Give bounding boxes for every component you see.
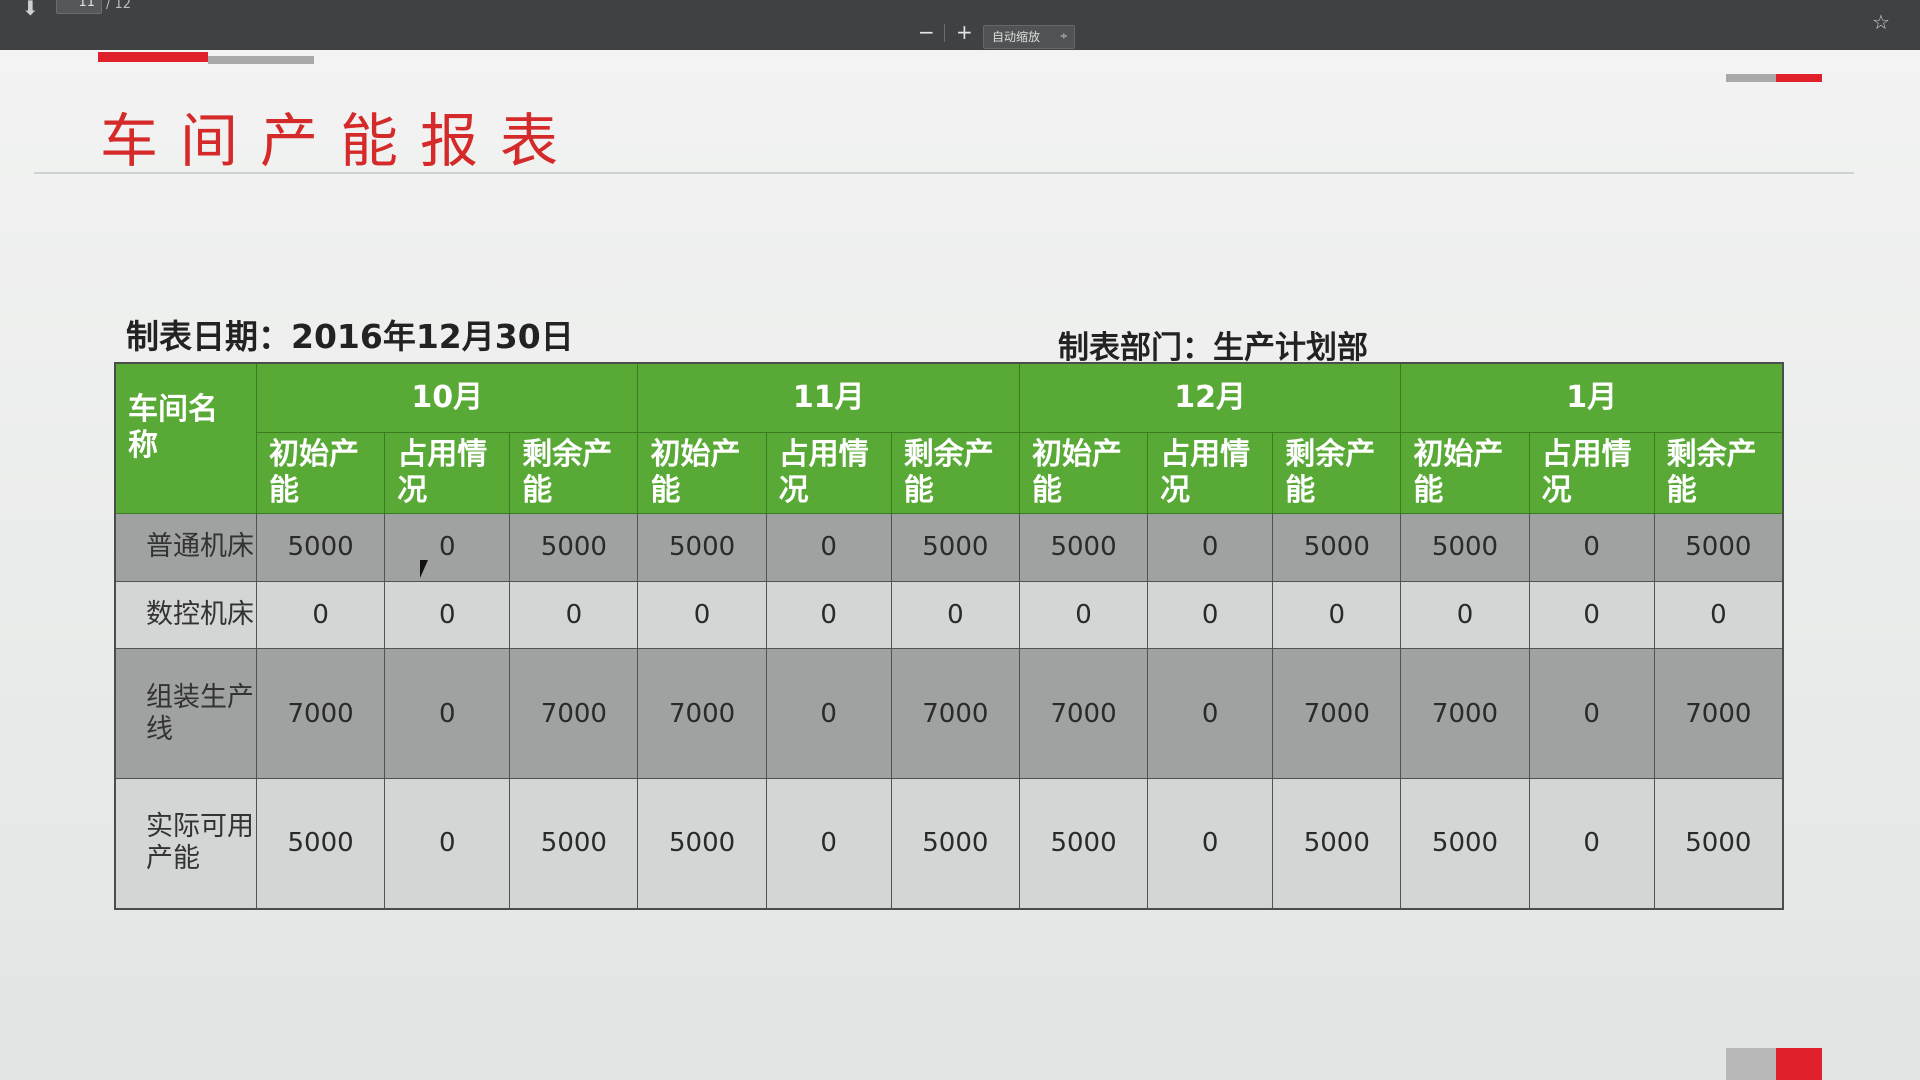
sub-header: 占用情况	[384, 432, 511, 514]
value-cell: 0	[1147, 580, 1274, 650]
row-name-cell: 组装生产线	[114, 648, 257, 779]
value-cell: 5000	[890, 777, 1020, 910]
value-cell: 0	[384, 648, 511, 779]
value-cell: 0	[1147, 513, 1274, 582]
report-date: 制表日期：2016年12月30日	[126, 317, 574, 356]
row-name-cell: 普通机床	[114, 513, 257, 582]
table-row: 数控机床 0 0 0 0 0 0 0 0 0 0 0 0	[114, 580, 1784, 650]
mouse-cursor-icon	[420, 560, 428, 578]
value-cell: 0	[637, 580, 767, 650]
value-cell: 5000	[509, 513, 639, 582]
zoom-in-button[interactable]: +	[956, 20, 973, 44]
value-cell: 0	[384, 777, 511, 910]
value-cell: 5000	[255, 513, 386, 582]
value-cell: 0	[384, 580, 511, 650]
page-number-input[interactable]: 11	[56, 0, 102, 14]
value-cell: 5000	[1272, 513, 1402, 582]
value-cell: 0	[1147, 648, 1274, 779]
value-cell: 5000	[890, 513, 1020, 582]
value-cell: 0	[1528, 648, 1655, 779]
sub-header: 剩余产能	[1272, 432, 1402, 514]
value-cell: 0	[1018, 580, 1149, 650]
sub-header: 剩余产能	[509, 432, 639, 514]
sub-header: 占用情况	[1147, 432, 1274, 514]
select-arrows-icon: ÷	[1059, 31, 1068, 42]
value-cell: 5000	[255, 777, 386, 910]
corner-accent-grey	[1726, 74, 1776, 82]
value-cell: 5000	[1653, 513, 1784, 582]
value-cell: 0	[765, 580, 892, 650]
value-cell: 5000	[637, 777, 767, 910]
sub-header: 初始产能	[637, 432, 767, 514]
value-cell: 7000	[1400, 648, 1530, 779]
value-cell: 7000	[1653, 648, 1784, 779]
value-cell: 0	[509, 580, 639, 650]
month-header: 11月	[637, 362, 1020, 433]
table-row: 普通机床 5000 0 5000 5000 0 5000 5000 0 5000 5000 0 5000	[114, 513, 1784, 582]
month-header: 12月	[1018, 362, 1402, 433]
value-cell: 0	[384, 513, 511, 582]
sub-header: 占用情况	[1528, 432, 1655, 514]
zoom-select-label: 自动缩放	[992, 30, 1041, 44]
title-divider	[34, 172, 1854, 174]
capacity-report-table: 车间名称 10月 11月 12月 1月 初始产能 占用情况 剩余产能 初始产能 …	[114, 362, 1784, 910]
sub-header: 剩余产能	[1653, 432, 1784, 514]
sub-header: 剩余产能	[890, 432, 1020, 514]
value-cell: 0	[890, 580, 1020, 650]
zoom-select[interactable]: 自动缩放 ÷	[983, 25, 1075, 49]
report-table-body: 普通机床 5000 0 5000 5000 0 5000 5000 0 5000 5000 0 5000…	[114, 513, 1784, 910]
slide-title: 车间产能报表	[100, 107, 581, 175]
pdf-toolbar: ⬇ 11 / 12 − + 自动缩放 ÷ ☆	[0, 0, 1920, 50]
value-cell: 0	[765, 777, 892, 910]
value-cell: 0	[255, 580, 386, 650]
corner-accent-red	[1776, 74, 1822, 82]
value-cell: 5000	[1018, 777, 1149, 910]
zoom-out-button[interactable]: −	[918, 20, 935, 44]
value-cell: 0	[1528, 513, 1655, 582]
table-row: 组装生产线 7000 0 7000 7000 0 7000 7000 0 7000 7000 0 700…	[114, 648, 1784, 779]
value-cell: 7000	[1018, 648, 1149, 779]
row-name-cell: 实际可用产能	[114, 777, 257, 910]
value-cell: 5000	[509, 777, 639, 910]
download-icon[interactable]: ⬇	[22, 0, 39, 20]
value-cell: 0	[1272, 580, 1402, 650]
sub-header: 初始产能	[1400, 432, 1530, 514]
value-cell: 5000	[1653, 777, 1784, 910]
value-cell: 5000	[637, 513, 767, 582]
value-cell: 7000	[637, 648, 767, 779]
value-cell: 5000	[1400, 513, 1530, 582]
row-name-cell: 数控机床	[114, 580, 257, 650]
value-cell: 0	[1147, 777, 1274, 910]
page-total-label: / 12	[106, 0, 132, 12]
value-cell: 0	[765, 648, 892, 779]
report-department: 制表部门：生产计划部	[1058, 330, 1368, 366]
workshop-name-header: 车间名称	[114, 362, 257, 514]
value-cell: 0	[1528, 580, 1655, 650]
value-cell: 0	[765, 513, 892, 582]
value-cell: 0	[1400, 580, 1530, 650]
toolbar-divider	[944, 24, 945, 42]
value-cell: 7000	[509, 648, 639, 779]
value-cell: 7000	[255, 648, 386, 779]
corner-accent-red-bottom	[1776, 1048, 1822, 1080]
month-header: 10月	[255, 362, 639, 433]
corner-accent-grey-bottom	[1726, 1048, 1776, 1080]
sub-header: 初始产能	[1018, 432, 1149, 514]
value-cell: 5000	[1272, 777, 1402, 910]
value-cell: 5000	[1018, 513, 1149, 582]
value-cell: 7000	[1272, 648, 1402, 779]
title-accent-grey	[208, 56, 314, 64]
month-header: 1月	[1400, 362, 1784, 433]
value-cell: 0	[1528, 777, 1655, 910]
value-cell: 5000	[1400, 777, 1530, 910]
sub-header: 占用情况	[765, 432, 892, 514]
bookmark-star-icon[interactable]: ☆	[1872, 10, 1890, 34]
title-accent-red	[98, 52, 208, 62]
value-cell: 7000	[890, 648, 1020, 779]
value-cell: 0	[1653, 580, 1784, 650]
sub-header: 初始产能	[255, 432, 386, 514]
table-row: 实际可用产能 5000 0 5000 5000 0 5000 5000 0 5000 5000 0 50…	[114, 777, 1784, 910]
